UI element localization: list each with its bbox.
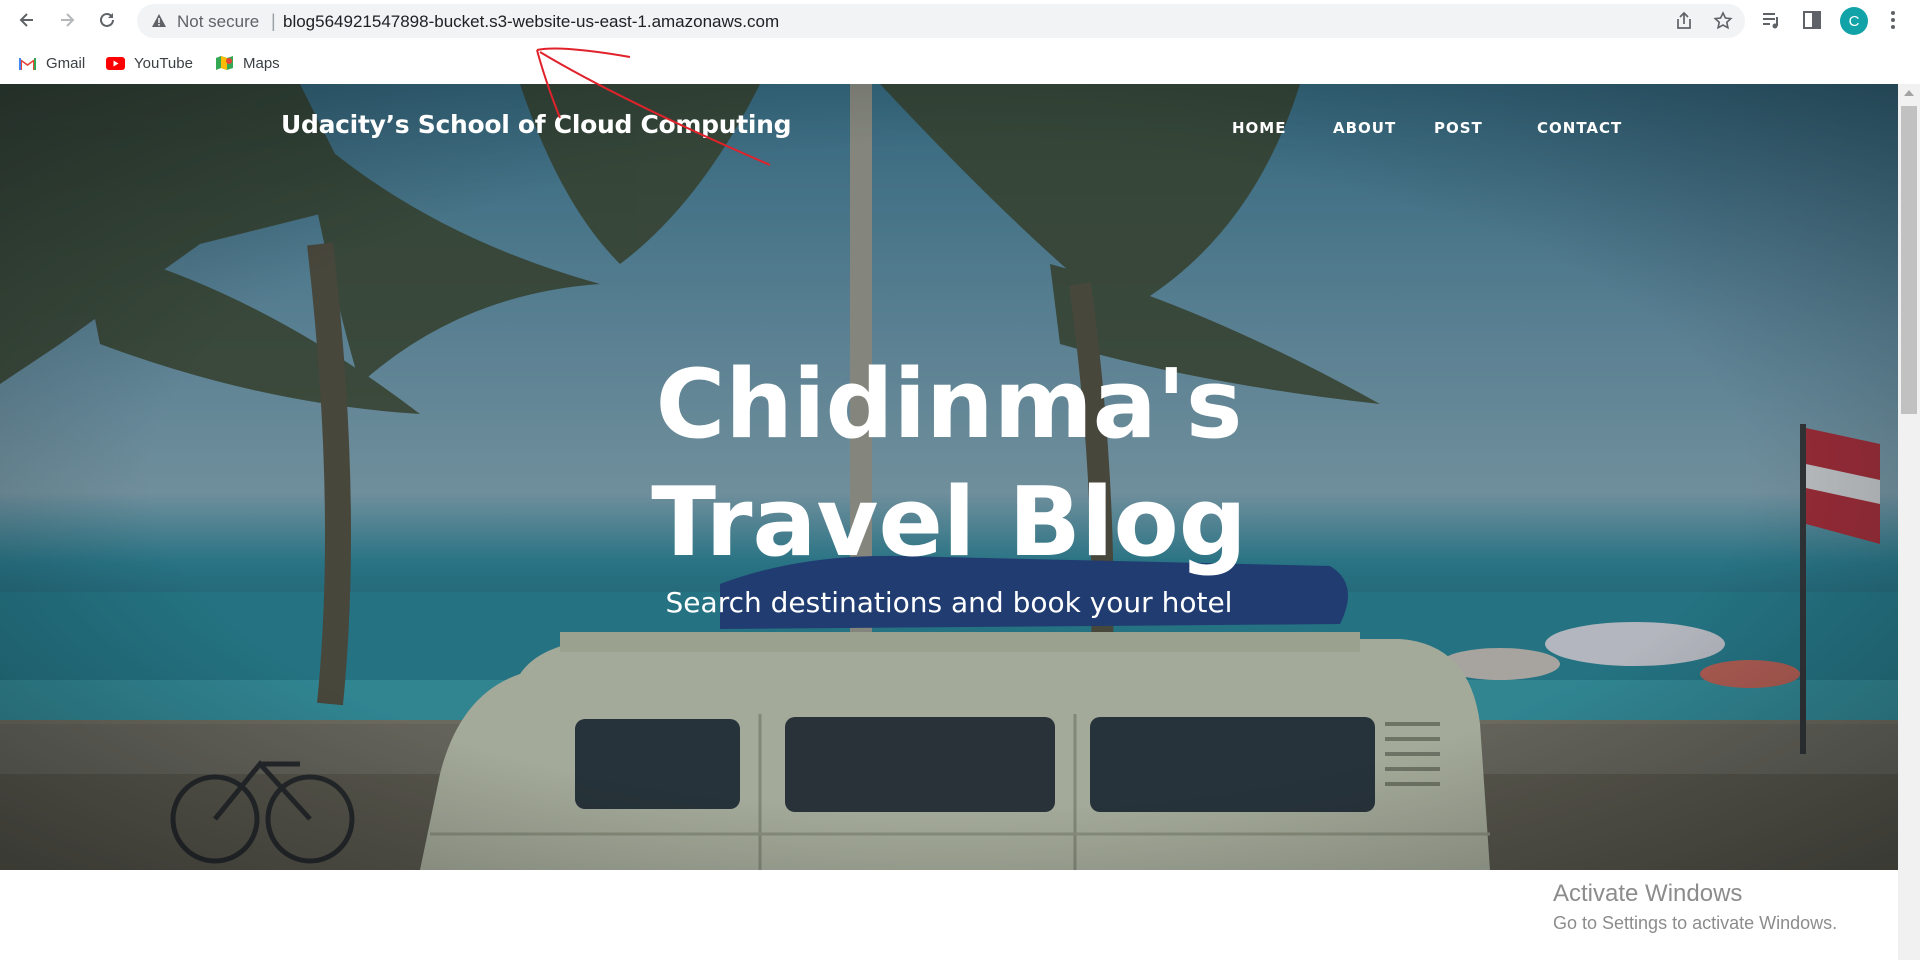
hero-title-line1: Chidinma's [655, 350, 1243, 460]
windows-activation-subtitle: Go to Settings to activate Windows. [1553, 913, 1838, 933]
forward-button[interactable] [53, 6, 81, 34]
page-scrollbar[interactable] [1898, 84, 1920, 960]
gmail-icon [19, 57, 36, 70]
bookmark-gmail[interactable]: Gmail [18, 50, 85, 76]
hero-subtitle: Search destinations and book your hotel [665, 586, 1233, 619]
address-bar[interactable]: Not secure | blog564921547898-bucket.s3-… [137, 4, 1745, 38]
warning-icon [152, 14, 166, 27]
bookmark-star-icon[interactable] [1713, 11, 1733, 31]
bookmark-label: Gmail [46, 54, 86, 72]
hero-title-line2: Travel Blog [651, 468, 1247, 578]
bookmark-label: YouTube [134, 54, 193, 72]
nav-link-contact[interactable]: CONTACT [1537, 119, 1622, 137]
back-button[interactable] [13, 6, 41, 34]
browser-toolbar: Not secure | blog564921547898-bucket.s3-… [0, 0, 1920, 42]
maps-icon [216, 56, 233, 70]
reload-button[interactable] [93, 6, 121, 34]
omnibox-separator: | [271, 11, 276, 31]
hero-section: Udacity’s School of Cloud Computing HOME… [0, 84, 1898, 870]
back-arrow-icon [19, 13, 33, 27]
share-icon[interactable] [1674, 11, 1694, 31]
reload-icon [100, 12, 114, 27]
forward-arrow-icon [61, 13, 75, 27]
youtube-icon [106, 57, 125, 70]
bookmarks-bar: Gmail YouTube Maps [0, 42, 1920, 84]
kebab-menu-icon[interactable] [1882, 9, 1904, 31]
page-viewport: Udacity’s School of Cloud Computing HOME… [0, 84, 1898, 960]
media-control-icon[interactable] [1760, 9, 1782, 31]
nav-link-home[interactable]: HOME [1232, 119, 1286, 137]
bookmark-maps[interactable]: Maps [215, 50, 280, 76]
site-brand-link[interactable]: Udacity’s School of Cloud Computing [281, 110, 792, 139]
hero-title: Chidinma's Travel Blog [0, 346, 1898, 582]
bookmark-youtube[interactable]: YouTube [106, 50, 193, 76]
bookmark-label: Maps [243, 54, 280, 72]
nav-link-about[interactable]: ABOUT [1333, 119, 1396, 137]
windows-activation-title: Activate Windows [1553, 880, 1743, 907]
scrollbar-thumb[interactable] [1901, 106, 1917, 414]
url-text[interactable]: blog564921547898-bucket.s3-website-us-ea… [283, 12, 779, 32]
scroll-up-arrow-icon[interactable] [1904, 90, 1914, 96]
nav-link-post[interactable]: POST [1434, 119, 1483, 137]
security-label[interactable]: Not secure [177, 12, 259, 32]
profile-avatar[interactable]: C [1840, 7, 1868, 35]
side-panel-icon[interactable] [1801, 9, 1823, 31]
